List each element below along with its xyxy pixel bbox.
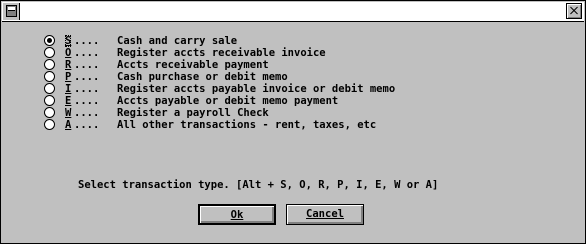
radio-button[interactable] [44, 35, 55, 46]
option-label: All other transactions - rent, taxes, et… [117, 119, 377, 131]
option-hotkey: E [65, 95, 72, 107]
radio-button[interactable] [44, 59, 55, 70]
option-hotkey: R [65, 59, 72, 71]
option-label: Register a payroll Check [117, 107, 269, 119]
option-dots: .... [74, 107, 100, 119]
option-label: Cash and carry sale [117, 35, 238, 47]
option-hotkey: I [65, 83, 72, 95]
close-button[interactable] [566, 3, 582, 19]
radio-button[interactable] [44, 119, 55, 130]
system-menu-button[interactable] [3, 3, 20, 20]
option-ar-payment[interactable]: R .... Accts receivable payment [44, 59, 269, 71]
radio-button[interactable] [44, 47, 55, 58]
option-hotkey: W [65, 107, 72, 119]
option-label: Accts receivable payment [117, 59, 269, 71]
option-hotkey: P [65, 71, 72, 83]
title-bar [2, 2, 584, 22]
option-dots: .... [74, 83, 100, 95]
radio-button[interactable] [44, 71, 55, 82]
option-hotkey: S [65, 35, 72, 47]
ok-button-label: Ok [230, 209, 244, 221]
radio-button[interactable] [44, 95, 55, 106]
option-hotkey: O [65, 47, 72, 59]
option-label: Accts payable or debit memo payment [117, 95, 339, 107]
option-dots: .... [74, 47, 100, 59]
option-dots: .... [74, 71, 100, 83]
transaction-type-options: S .... Cash and carry sale O .... Regist… [44, 35, 395, 131]
instruction-text: Select transaction type. [Alt + S, O, R,… [78, 179, 439, 191]
option-label: Register accts payable invoice or debit … [117, 83, 396, 95]
system-menu-icon [6, 5, 17, 17]
option-dots: .... [74, 119, 100, 131]
ok-button[interactable]: Ok [198, 204, 276, 225]
option-register-ar-invoice[interactable]: O .... Register accts receivable invoice [44, 47, 326, 59]
option-label: Register accts receivable invoice [117, 47, 326, 59]
option-label: Cash purchase or debit memo [117, 71, 288, 83]
option-register-ap-invoice[interactable]: I .... Register accts payable invoice or… [44, 83, 395, 95]
option-cash-purchase[interactable]: P .... Cash purchase or debit memo [44, 71, 288, 83]
option-cash-and-carry-sale[interactable]: S .... Cash and carry sale [44, 35, 237, 47]
option-hotkey: A [65, 119, 72, 131]
option-dots: .... [74, 95, 100, 107]
radio-button[interactable] [44, 107, 55, 118]
transaction-type-dialog: S .... Cash and carry sale O .... Regist… [0, 0, 586, 244]
cancel-button-label: Cancel [306, 208, 344, 220]
cancel-button[interactable]: Cancel [286, 204, 364, 225]
option-dots: .... [74, 59, 100, 71]
option-dots: .... [74, 35, 100, 47]
radio-button[interactable] [44, 83, 55, 94]
option-all-other-transactions[interactable]: A .... All other transactions - rent, ta… [44, 119, 376, 131]
option-ap-payment[interactable]: E .... Accts payable or debit memo payme… [44, 95, 338, 107]
option-payroll-check[interactable]: W .... Register a payroll Check [44, 107, 269, 119]
